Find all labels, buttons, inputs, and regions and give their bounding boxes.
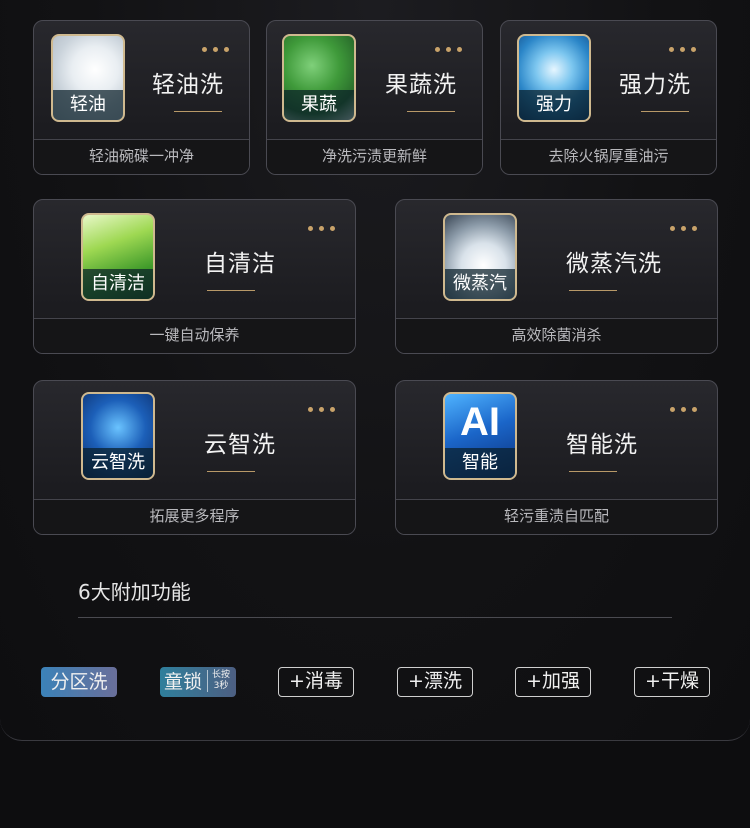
card-cloud-smart-wash[interactable]: 云智洗 云智洗 拓展更多程序: [33, 380, 356, 535]
card-subtitle: 高效除菌消杀: [396, 318, 717, 353]
icon-label: 云智洗: [83, 448, 153, 478]
tag-zone-wash[interactable]: 分区洗: [41, 667, 117, 697]
card-self-clean[interactable]: 自清洁 自清洁 一键自动保养: [33, 199, 356, 354]
card-title: 轻油洗: [152, 72, 224, 98]
icon-label: 自清洁: [83, 269, 153, 299]
card-title: 果蔬洗: [385, 72, 457, 98]
cloud-chip-icon: 云智洗: [81, 392, 155, 480]
card-title: 云智洗: [204, 432, 276, 458]
water-swirl-icon: 强力: [517, 34, 591, 122]
card-power-wash[interactable]: 强力 强力洗 去除火锅厚重油污: [500, 20, 717, 175]
section-title: 6大附加功能: [78, 580, 191, 604]
card-title: 强力洗: [619, 72, 691, 98]
card-subtitle: 轻油碗碟一冲净: [34, 139, 249, 174]
title-underline: [569, 471, 617, 472]
more-dots-icon: [308, 407, 335, 412]
card-smart-wash[interactable]: AI 智能 智能洗 轻污重渍自匹配: [395, 380, 718, 535]
more-dots-icon: [670, 226, 697, 231]
tag-note: 长按3秒: [207, 670, 232, 692]
more-dots-icon: [669, 47, 696, 52]
card-title: 微蒸汽洗: [566, 251, 662, 277]
icon-label: 强力: [519, 90, 589, 120]
ai-icon: AI 智能: [443, 392, 517, 480]
title-underline: [569, 290, 617, 291]
tag-label: +消毒: [289, 670, 343, 692]
section-divider: [78, 617, 672, 618]
tag-rinse[interactable]: +漂洗: [397, 667, 473, 697]
steam-bowl-icon: 微蒸汽: [443, 213, 517, 301]
card-subtitle: 拓展更多程序: [34, 499, 355, 534]
tag-dry[interactable]: +干燥: [634, 667, 710, 697]
more-dots-icon: [202, 47, 229, 52]
card-fruit-veg-wash[interactable]: 果蔬 果蔬洗 净洗污渍更新鲜: [266, 20, 483, 175]
tag-disinfect[interactable]: +消毒: [278, 667, 354, 697]
icon-label: 微蒸汽: [445, 269, 515, 299]
more-dots-icon: [308, 226, 335, 231]
title-underline: [641, 111, 689, 112]
leaf-icon: 自清洁: [81, 213, 155, 301]
program-panel: 轻油 轻油洗 轻油碗碟一冲净 果蔬 果蔬洗 净洗污渍更新鲜 强力 强力洗 去除火…: [0, 0, 750, 741]
vegetable-icon: 果蔬: [282, 34, 356, 122]
card-micro-steam-wash[interactable]: 微蒸汽 微蒸汽洗 高效除菌消杀: [395, 199, 718, 354]
icon-label: 智能: [445, 448, 515, 478]
card-title: 自清洁: [204, 251, 276, 277]
more-dots-icon: [435, 47, 462, 52]
ai-icon-text: AI: [460, 400, 500, 444]
card-light-oil-wash[interactable]: 轻油 轻油洗 轻油碗碟一冲净: [33, 20, 250, 175]
title-underline: [174, 111, 222, 112]
more-dots-icon: [670, 407, 697, 412]
card-title: 智能洗: [566, 432, 638, 458]
tag-label: +加强: [526, 670, 580, 692]
tag-label: 童锁: [164, 671, 203, 693]
tag-strengthen[interactable]: +加强: [515, 667, 591, 697]
card-subtitle: 一键自动保养: [34, 318, 355, 353]
tag-label: +漂洗: [408, 670, 462, 692]
card-subtitle: 轻污重渍自匹配: [396, 499, 717, 534]
tag-label: +干燥: [645, 670, 699, 692]
tag-label: 分区洗: [50, 671, 108, 693]
card-subtitle: 去除火锅厚重油污: [501, 139, 716, 174]
plate-icon: 轻油: [51, 34, 125, 122]
title-underline: [207, 471, 255, 472]
tag-child-lock[interactable]: 童锁 长按3秒: [160, 667, 236, 697]
title-underline: [407, 111, 455, 112]
card-subtitle: 净洗污渍更新鲜: [267, 139, 482, 174]
icon-label: 果蔬: [284, 90, 354, 120]
icon-label: 轻油: [53, 90, 123, 120]
title-underline: [207, 290, 255, 291]
